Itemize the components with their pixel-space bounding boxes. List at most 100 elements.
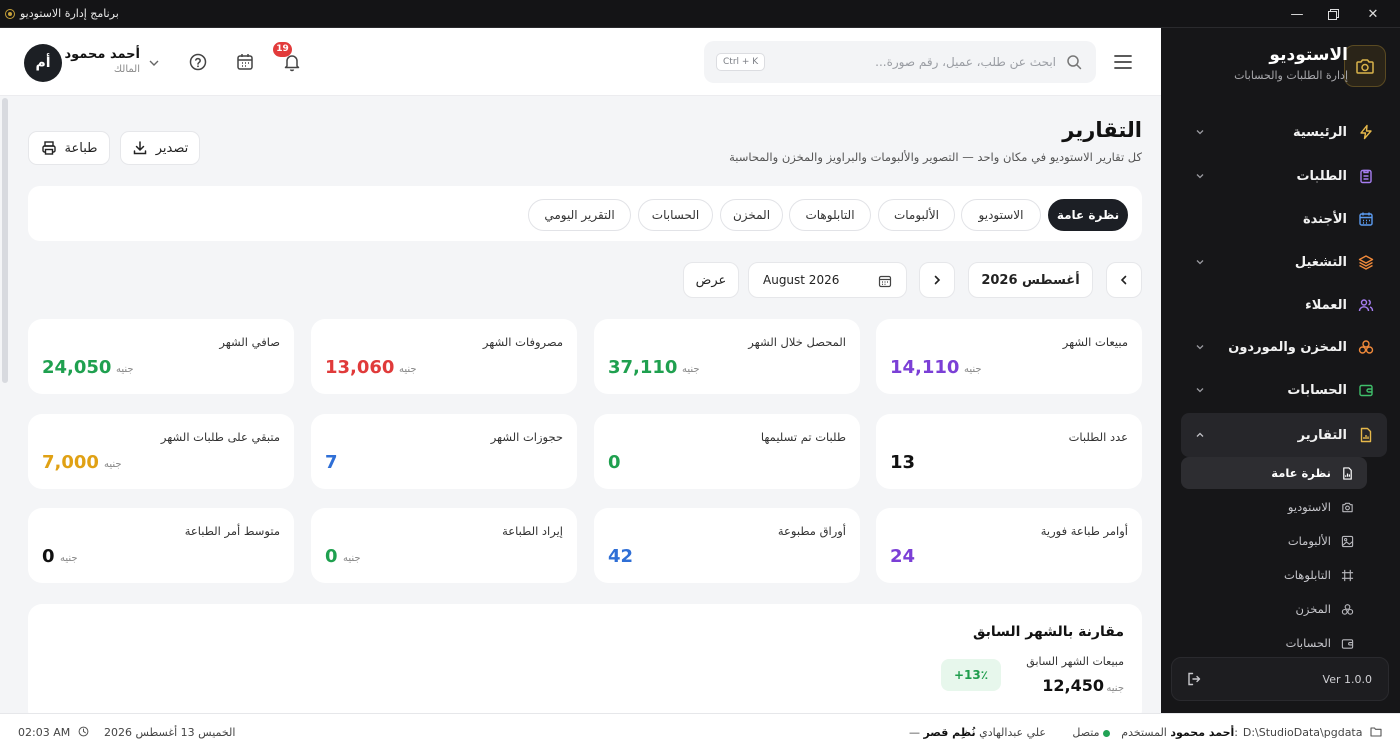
stat-value: 7,000: [42, 452, 99, 473]
stat-unit: جنيه: [964, 364, 982, 375]
printer-icon: [41, 141, 56, 155]
view-button[interactable]: عرض: [683, 262, 739, 298]
sidebar-subitem-studio[interactable]: الاستوديو: [1181, 491, 1367, 523]
stat-label: المحصل خلال الشهر: [748, 335, 846, 349]
stat-label: مصروفات الشهر: [482, 335, 563, 349]
sidebar-item-agenda[interactable]: الأجندة: [1181, 199, 1387, 239]
sidebar: الاستوديو إدارة الطلبات والحسابات الرئيس…: [1161, 28, 1400, 713]
status-path: D:\StudioData\pgdata: [1243, 726, 1382, 739]
camera-logo-icon: [1344, 45, 1386, 87]
stat-label: طلبات تم تسليمها: [760, 430, 846, 444]
tab-studio[interactable]: الاستوديو: [961, 199, 1041, 231]
stat-value: 7: [325, 452, 338, 473]
tab-overview[interactable]: نظرة عامة: [1048, 199, 1128, 231]
tab-accounts[interactable]: الحسابات: [638, 199, 713, 231]
tab-daily-report[interactable]: التقرير اليومي: [528, 199, 631, 231]
sidebar-item-label: التقارير: [1297, 427, 1347, 443]
boxes-icon: [1357, 338, 1375, 356]
sidebar-item-label: الرئيسية: [1292, 124, 1347, 140]
stat-unit: جنيه: [399, 364, 417, 375]
month-picker-value: August 2026: [763, 273, 840, 287]
next-month-button[interactable]: [919, 262, 955, 298]
menu-icon[interactable]: [1113, 53, 1133, 71]
stat-card-monthly-collected: المحصل خلال الشهر 37,110 جنيه: [594, 319, 860, 394]
sidebar-subitem-label: نظرة عامة: [1271, 466, 1331, 480]
stat-unit: جنيه: [682, 364, 700, 375]
camera-icon: [1339, 499, 1355, 515]
sidebar-subitem-warehouse[interactable]: المخزن: [1181, 593, 1367, 625]
tab-albums[interactable]: الألبومات: [878, 199, 955, 231]
search-box[interactable]: Ctrl + K: [704, 41, 1096, 83]
report-file-icon: [1357, 426, 1375, 444]
user-name: أحمد محمود: [64, 47, 140, 62]
stat-card-orders-remaining: متبقي على طلبات الشهر 7,000 جنيه: [28, 414, 294, 489]
quote-text: نُظِم قصر: [923, 726, 976, 739]
layers-icon: [1357, 253, 1375, 271]
top-header: Ctrl + K 19 أحمد محمود المالك أم: [0, 28, 1161, 96]
sidebar-item-reports[interactable]: التقارير: [1181, 413, 1387, 457]
chevron-down-icon[interactable]: [148, 58, 160, 68]
status-user-name: أحمد محمود: [1170, 726, 1235, 739]
tab-tableaux[interactable]: التابلوهات: [789, 199, 871, 231]
stat-card-avg-print-order: متوسط أمر الطباعة 0 جنيه: [28, 508, 294, 583]
stat-unit: جنيه: [104, 459, 122, 470]
stat-unit: جنيه: [343, 553, 361, 564]
sidebar-subitem-overview[interactable]: نظرة عامة: [1181, 457, 1367, 489]
sidebar-item-accounts[interactable]: الحسابات: [1181, 370, 1387, 410]
report-tabs: نظرة عامة الاستوديو الألبومات التابلوهات…: [28, 186, 1142, 241]
prev-month-button[interactable]: [1106, 262, 1142, 298]
stat-label: حجوزات الشهر: [490, 430, 563, 444]
stat-card-monthly-sales: مبيعات الشهر 14,110 جنيه: [876, 319, 1142, 394]
stat-card-print-revenue: إيراد الطباعة 0 جنيه: [311, 508, 577, 583]
page-title: التقارير: [1062, 118, 1142, 142]
tab-warehouse[interactable]: المخزن: [720, 199, 783, 231]
stat-card-monthly-net: صافي الشهر 24,050 جنيه: [28, 319, 294, 394]
sidebar-item-home[interactable]: الرئيسية: [1181, 112, 1387, 152]
logout-icon[interactable]: [1186, 671, 1202, 687]
calendar-icon: [878, 275, 892, 288]
comparison-card: مقارنة بالشهر السابق مبيعات الشهر السابق…: [28, 604, 1142, 713]
boxes-icon: [1339, 601, 1355, 617]
export-label: تصدير: [155, 140, 189, 156]
data-path: D:\StudioData\pgdata: [1242, 726, 1363, 739]
stat-card-printed-sheets: أوراق مطبوعة 42: [594, 508, 860, 583]
report-file-icon: [1339, 465, 1355, 481]
clipboard-icon: [1357, 167, 1375, 185]
wallet-icon: [1339, 635, 1355, 651]
app-icon: [5, 9, 15, 19]
close-icon[interactable]: ✕: [1350, 0, 1396, 28]
export-button[interactable]: تصدير: [120, 131, 200, 165]
sidebar-item-warehouse-suppliers[interactable]: المخزن والموردون: [1181, 327, 1387, 367]
help-icon[interactable]: [188, 52, 208, 72]
lightning-icon: [1357, 123, 1375, 141]
comparison-value: 12,450: [1042, 676, 1104, 695]
stat-label: مبيعات الشهر: [1062, 335, 1128, 349]
sidebar-subitem-tableaux[interactable]: التابلوهات: [1181, 559, 1367, 591]
sidebar-item-customers[interactable]: العملاء: [1181, 285, 1387, 325]
sidebar-item-orders[interactable]: الطلبات: [1181, 156, 1387, 196]
stat-value: 0: [42, 546, 55, 567]
chevron-up-icon: [1193, 428, 1207, 442]
status-quote: — علي عبدالهادي نُظِم قصر: [909, 726, 1046, 739]
calendar-icon[interactable]: [235, 52, 255, 72]
sidebar-subitem-label: المخزن: [1295, 602, 1331, 616]
month-picker[interactable]: August 2026: [748, 262, 907, 298]
sidebar-item-operations[interactable]: التشغيل: [1181, 242, 1387, 282]
print-button[interactable]: طباعة: [28, 131, 110, 165]
sidebar-subitem-accounts[interactable]: الحسابات: [1181, 627, 1367, 659]
avatar[interactable]: أم: [24, 44, 62, 82]
stat-value: 0: [325, 546, 338, 567]
stat-value: 13: [890, 452, 916, 473]
search-input[interactable]: [856, 52, 1056, 72]
left-scrollbar[interactable]: [2, 98, 8, 383]
sidebar-footer: Ver 1.0.0: [1171, 657, 1389, 701]
status-connection: متصل: [1072, 726, 1110, 739]
stat-value: 42: [608, 546, 634, 567]
sidebar-subitem-albums[interactable]: الألبومات: [1181, 525, 1367, 557]
status-date: الخميس 13 أغسطس 2026: [104, 726, 236, 739]
print-label: طباعة: [64, 140, 98, 156]
brand-title: الاستوديو: [1269, 45, 1348, 65]
sidebar-item-label: الأجندة: [1303, 211, 1347, 227]
frame-icon: [1339, 567, 1355, 583]
sidebar-subitem-label: الحسابات: [1285, 636, 1331, 650]
